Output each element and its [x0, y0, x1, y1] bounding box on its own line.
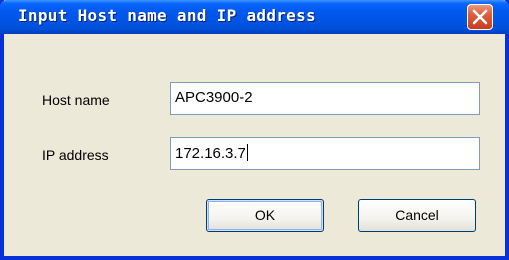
- dialog-title: Input Host name and IP address: [18, 6, 316, 25]
- dialog-window: Input Host name and IP address Host name…: [0, 0, 509, 260]
- cancel-button[interactable]: Cancel: [358, 199, 476, 232]
- title-bar[interactable]: Input Host name and IP address: [0, 0, 509, 34]
- close-button[interactable]: [467, 4, 493, 30]
- ok-button[interactable]: OK: [206, 199, 324, 232]
- ip-address-label: IP address: [42, 147, 109, 163]
- ip-address-input[interactable]: 172.16.3.7: [170, 137, 480, 170]
- text-caret: [246, 144, 248, 161]
- host-name-input[interactable]: APC3900-2: [170, 82, 480, 115]
- host-name-value: APC3900-2: [175, 89, 253, 106]
- host-name-label: Host name: [42, 92, 110, 108]
- ip-address-value: 172.16.3.7: [175, 145, 246, 162]
- close-icon: [472, 9, 488, 25]
